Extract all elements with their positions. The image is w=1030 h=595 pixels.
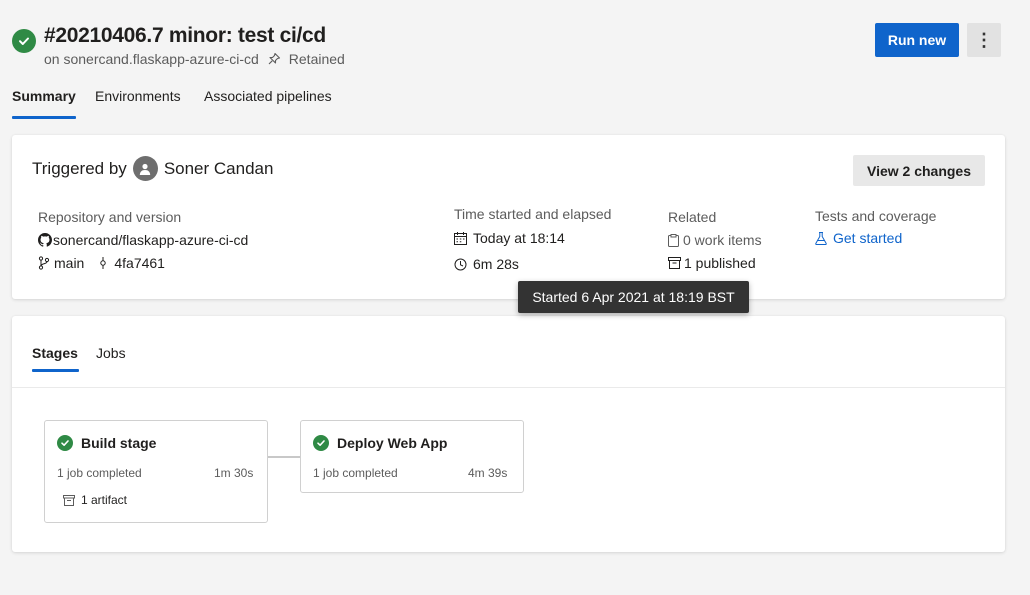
stage-artifact-row: 1 artifact [63, 493, 127, 507]
pin-icon [267, 52, 281, 66]
branch-link[interactable]: main [54, 255, 84, 271]
repo-link[interactable]: sonercand/flaskapp-azure-ci-cd [53, 232, 248, 248]
published-row: 1 published [668, 255, 756, 271]
more-actions-button[interactable]: ⋮ [967, 23, 1001, 57]
tab-jobs[interactable]: Jobs [96, 345, 126, 361]
elapsed-row: 6m 28s [454, 256, 519, 272]
published-link[interactable]: 1 published [684, 255, 756, 271]
stages-divider [12, 387, 1005, 388]
time-heading: Time started and elapsed [454, 206, 612, 222]
tests-row: Get started [815, 230, 902, 246]
time-started-row: Today at 18:14 [454, 230, 565, 246]
tab-stages[interactable]: Stages [32, 345, 78, 361]
triggered-by-user[interactable]: Soner Candan [164, 159, 274, 179]
artifact-icon [668, 257, 681, 269]
elapsed-value[interactable]: 6m 28s [473, 256, 519, 272]
retained-label: Retained [288, 51, 345, 67]
work-items-row: 0 work items [668, 232, 762, 248]
repo-heading: Repository and version [38, 209, 182, 225]
stage-jobs: 1 job completed [57, 466, 142, 480]
stage-name: Build stage [81, 435, 157, 451]
time-started-value: Today at 18:14 [473, 230, 565, 246]
user-icon [140, 163, 151, 175]
view-changes-button[interactable]: View 2 changes [853, 155, 985, 186]
tab-environments[interactable]: Environments [95, 88, 181, 104]
stage-duration: 1m 30s [214, 466, 254, 480]
stage-jobs: 1 job completed [313, 466, 398, 480]
version-row: main 4fa7461 [38, 255, 165, 271]
stage-connector [268, 456, 300, 458]
triggered-by-label: Triggered by [32, 158, 127, 178]
tests-heading: Tests and coverage [815, 208, 937, 224]
stage-success-icon [57, 435, 73, 451]
run-subtitle: on sonercand.flaskapp-azure-ci-cd Retain… [44, 51, 345, 67]
stage-card-deploy[interactable] [300, 420, 524, 493]
stage-success-icon [313, 435, 329, 451]
work-items-value: 0 work items [683, 232, 762, 248]
elapsed-tooltip: Started 6 Apr 2021 at 18:19 BST [518, 281, 749, 313]
page-title: #20210406.7 minor: test ci/cd [44, 24, 326, 47]
tab-associated-pipelines[interactable]: Associated pipelines [204, 88, 332, 104]
active-tab-indicator [12, 116, 76, 119]
repo-row: sonercand/flaskapp-azure-ci-cd [38, 232, 248, 248]
related-heading: Related [668, 209, 717, 225]
stage-artifact-link[interactable]: 1 artifact [81, 493, 127, 507]
stage-name: Deploy Web App [337, 435, 448, 451]
clipboard-icon [668, 233, 679, 247]
stage-duration: 4m 39s [468, 466, 508, 480]
artifact-icon [63, 494, 75, 506]
triggered-by: Triggered by Soner Candan [32, 156, 273, 181]
github-icon [38, 233, 52, 247]
tab-summary[interactable]: Summary [12, 88, 76, 104]
stages-tab-indicator [32, 369, 79, 372]
repo-subtitle: on sonercand.flaskapp-azure-ci-cd [44, 51, 259, 67]
clock-icon [454, 258, 467, 271]
flask-icon [815, 231, 827, 245]
success-status-icon [12, 29, 36, 53]
branch-icon [38, 256, 50, 270]
run-new-button[interactable]: Run new [875, 23, 959, 57]
commit-link[interactable]: 4fa7461 [114, 255, 165, 271]
avatar[interactable] [132, 156, 158, 181]
get-started-link[interactable]: Get started [833, 230, 902, 246]
commit-icon [98, 256, 108, 270]
calendar-icon [454, 231, 467, 245]
